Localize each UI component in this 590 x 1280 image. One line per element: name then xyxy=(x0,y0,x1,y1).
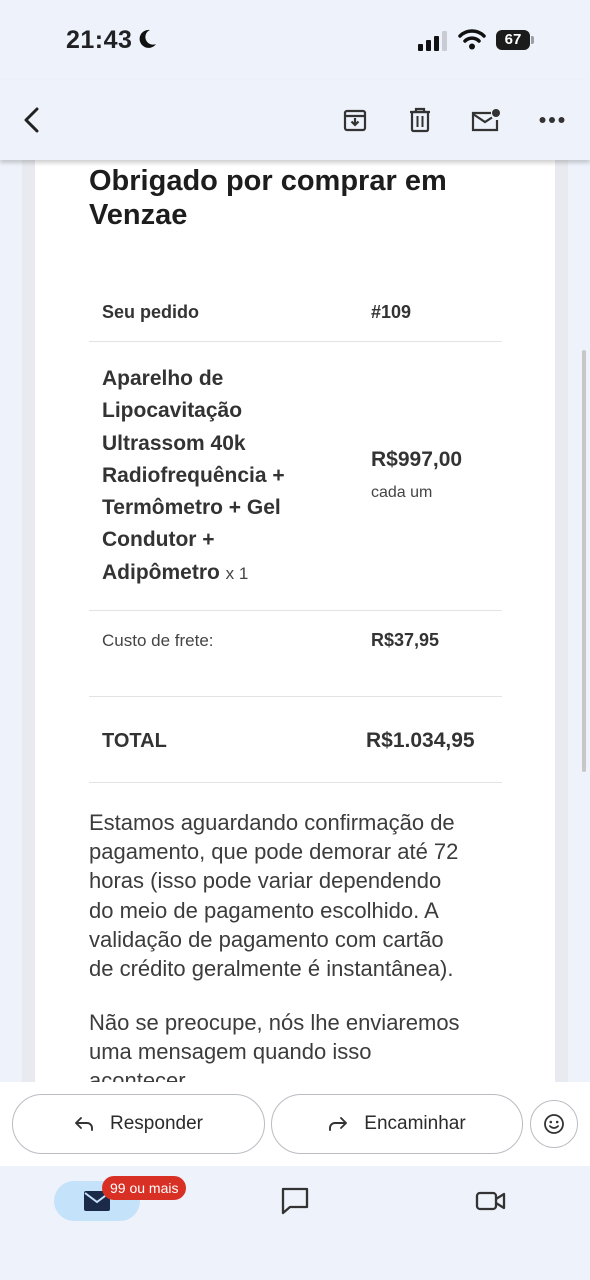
divider xyxy=(89,610,502,611)
nav-chat-tab[interactable] xyxy=(278,1184,312,1218)
reply-icon xyxy=(74,1116,94,1132)
scrollbar[interactable] xyxy=(582,350,586,772)
delete-button[interactable] xyxy=(400,100,440,140)
forward-icon xyxy=(328,1116,348,1132)
product-name-line: Ultrassom 40k xyxy=(102,431,246,455)
bottom-navigation: 99 ou mais xyxy=(0,1166,590,1280)
payment-paragraph: Estamos aguardando confirmação de pagame… xyxy=(89,810,459,982)
unread-count-badge: 99 ou mais xyxy=(102,1176,187,1200)
price-unit: cada um xyxy=(371,484,433,501)
wifi-icon xyxy=(458,29,486,50)
product-name-line: Termômetro + Gel xyxy=(102,496,281,520)
product-name-line: Aparelho de xyxy=(102,367,224,390)
back-arrow-icon xyxy=(24,107,39,133)
reply-button[interactable]: Responder xyxy=(12,1094,265,1154)
product-name-line: Lipocavitação xyxy=(102,399,243,423)
total-label: TOTAL xyxy=(102,730,167,752)
email-toolbar xyxy=(0,80,590,160)
archive-button[interactable] xyxy=(335,100,375,140)
battery-icon: 67 xyxy=(496,30,534,50)
divider xyxy=(89,341,502,342)
trash-icon xyxy=(410,107,430,133)
reply-bar: Responder Encaminhar xyxy=(0,1082,590,1166)
mark-unread-icon xyxy=(471,109,500,132)
email-heading: Obrigado por comprar em Venzae xyxy=(89,165,447,231)
divider xyxy=(89,782,502,783)
shipping-label: Custo de frete: xyxy=(102,631,214,650)
video-camera-icon xyxy=(475,1191,506,1211)
status-time: 21:43 xyxy=(66,26,133,54)
forward-button[interactable]: Encaminhar xyxy=(271,1094,523,1154)
emoji-reaction-button[interactable] xyxy=(530,1100,578,1148)
chat-icon xyxy=(281,1187,309,1215)
order-number: #109 xyxy=(371,302,412,322)
forward-label: Encaminhar xyxy=(364,1113,466,1134)
divider xyxy=(89,696,502,697)
more-icon xyxy=(539,117,565,123)
reply-label: Responder xyxy=(110,1113,203,1134)
product-price: R$997,00 xyxy=(371,448,463,471)
status-bar: 21:43 67 xyxy=(0,0,590,80)
order-label: Seu pedido xyxy=(102,302,200,322)
total-value: R$1.034,95 xyxy=(366,729,475,752)
mark-unread-button[interactable] xyxy=(466,100,506,140)
product-name-line: Radiofrequência + xyxy=(102,463,285,487)
product-quantity: x 1 xyxy=(225,563,249,583)
do-not-disturb-icon xyxy=(139,29,156,48)
back-button[interactable] xyxy=(12,100,52,140)
shipping-value: R$37,95 xyxy=(371,630,440,650)
battery-level: 67 xyxy=(504,31,522,48)
signal-icon xyxy=(418,31,447,51)
archive-icon xyxy=(343,109,367,132)
more-options-button[interactable] xyxy=(532,100,572,140)
smiley-icon xyxy=(544,1114,564,1134)
product-name-line: Adipômetro x 1 xyxy=(102,560,249,584)
product-name: Aparelho de Lipocavitação Ultrassom 40k … xyxy=(102,363,322,590)
nav-meet-tab[interactable] xyxy=(474,1184,508,1218)
product-name-line: Condutor + xyxy=(102,528,215,552)
